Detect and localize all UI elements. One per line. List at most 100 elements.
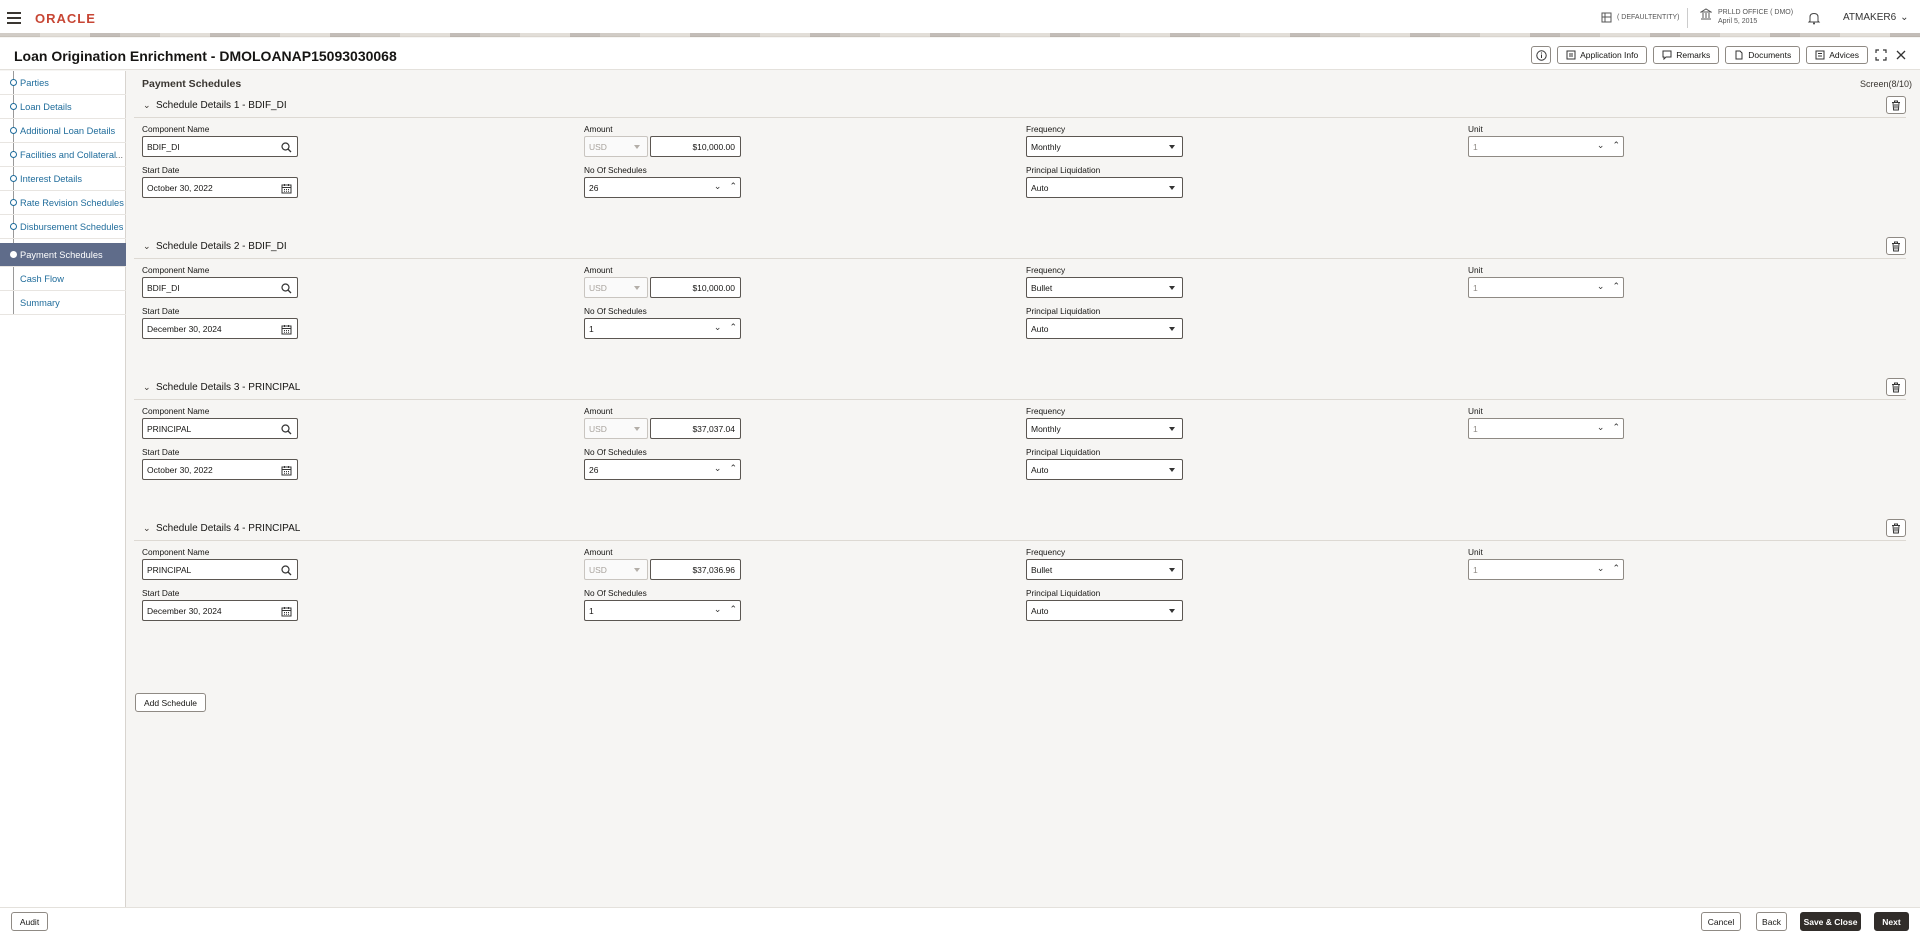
component-name-field[interactable]: BDIF_DI	[142, 277, 298, 298]
increment-icon[interactable]: ⌃	[1612, 422, 1620, 433]
audit-button[interactable]: Audit	[11, 912, 48, 931]
start-date-field[interactable]: December 30, 2024	[142, 318, 298, 339]
frequency-value: Bullet	[1031, 282, 1053, 293]
chevron-down-icon[interactable]: ⌄	[143, 241, 151, 252]
calendar-icon[interactable]	[280, 605, 292, 617]
maximize-icon[interactable]	[1874, 48, 1888, 62]
unit-stepper[interactable]: 1 ⌄ ⌃	[1468, 559, 1624, 580]
decrement-icon[interactable]: ⌄	[714, 604, 722, 615]
principal-liquidation-select[interactable]: Auto	[1026, 177, 1183, 198]
no-of-schedules-stepper[interactable]: 26 ⌄ ⌃	[584, 177, 741, 198]
decrement-icon[interactable]: ⌄	[1597, 281, 1605, 292]
increment-icon[interactable]: ⌃	[1612, 563, 1620, 574]
calendar-icon[interactable]	[280, 464, 292, 476]
save-close-button[interactable]: Save & Close	[1800, 912, 1861, 931]
nav-item-rate-revision[interactable]: Rate Revision Schedules	[0, 191, 126, 215]
decrement-icon[interactable]: ⌄	[1597, 563, 1605, 574]
chevron-down-icon[interactable]: ⌄	[143, 100, 151, 111]
component-name-field[interactable]: PRINCIPAL	[142, 559, 298, 580]
amount-input[interactable]: $37,037.04	[650, 418, 741, 439]
no-of-schedules-stepper[interactable]: 26 ⌄ ⌃	[584, 459, 741, 480]
nav-item-parties[interactable]: Parties	[0, 71, 126, 95]
start-date-field[interactable]: December 30, 2024	[142, 600, 298, 621]
amount-label: Amount	[584, 124, 613, 134]
start-date-field[interactable]: October 30, 2022	[142, 177, 298, 198]
nav-item-additional-loan-details[interactable]: Additional Loan Details	[0, 119, 126, 143]
nav-item-interest-details[interactable]: Interest Details	[0, 167, 126, 191]
nav-item-summary[interactable]: Summary	[0, 291, 126, 315]
decrement-icon[interactable]: ⌄	[1597, 422, 1605, 433]
search-icon[interactable]	[280, 423, 292, 435]
trash-icon[interactable]	[1886, 96, 1906, 114]
component-name-field[interactable]: BDIF_DI	[142, 136, 298, 157]
search-icon[interactable]	[280, 282, 292, 294]
branch-selector[interactable]: PRLLD OFFICE ( DMO) April 5, 2015	[1700, 8, 1793, 26]
nav-item-cash-flow[interactable]: Cash Flow	[0, 267, 126, 291]
principal-liquidation-select[interactable]: Auto	[1026, 459, 1183, 480]
increment-icon[interactable]: ⌃	[729, 463, 737, 474]
unit-stepper[interactable]: 1 ⌄ ⌃	[1468, 418, 1624, 439]
nav-item-loan-details[interactable]: Loan Details	[0, 95, 126, 119]
component-name-field[interactable]: PRINCIPAL	[142, 418, 298, 439]
principal-liquidation-label: Principal Liquidation	[1026, 447, 1101, 457]
next-button[interactable]: Next	[1874, 912, 1909, 931]
cancel-button[interactable]: Cancel	[1701, 912, 1741, 931]
stepper-controls: ⌄ ⌃	[714, 322, 737, 333]
decrement-icon[interactable]: ⌄	[1597, 140, 1605, 151]
unit-stepper[interactable]: 1 ⌄ ⌃	[1468, 277, 1624, 298]
nav-item-disbursement[interactable]: Disbursement Schedules	[0, 215, 126, 239]
principal-liquidation-select[interactable]: Auto	[1026, 318, 1183, 339]
remarks-button[interactable]: Remarks	[1653, 46, 1720, 64]
increment-icon[interactable]: ⌃	[729, 181, 737, 192]
chevron-down-icon[interactable]: ⌄	[143, 523, 151, 534]
search-icon[interactable]	[280, 564, 292, 576]
calendar-icon[interactable]	[280, 323, 292, 335]
amount-input[interactable]: $10,000.00	[650, 136, 741, 157]
unit-stepper[interactable]: 1 ⌄ ⌃	[1468, 136, 1624, 157]
calendar-icon[interactable]	[280, 182, 292, 194]
bell-icon[interactable]	[1807, 11, 1821, 25]
nav-item-facilities-collateral[interactable]: Facilities and Collateral...	[0, 143, 126, 167]
frequency-select[interactable]: Monthly	[1026, 136, 1183, 157]
add-schedule-button[interactable]: Add Schedule	[135, 693, 206, 712]
advices-button[interactable]: Advices	[1806, 46, 1868, 64]
trash-icon[interactable]	[1886, 237, 1906, 255]
frequency-select[interactable]: Bullet	[1026, 277, 1183, 298]
trash-icon[interactable]	[1886, 378, 1906, 396]
increment-icon[interactable]: ⌃	[729, 604, 737, 615]
trash-icon[interactable]	[1886, 519, 1906, 537]
decrement-icon[interactable]: ⌄	[714, 322, 722, 333]
entity-selector[interactable]: ( DEFAULTENTITY)	[1601, 12, 1679, 23]
amount-input[interactable]: $37,036.96	[650, 559, 741, 580]
close-icon[interactable]	[1894, 48, 1908, 62]
no-of-schedules-stepper[interactable]: 1 ⌄ ⌃	[584, 600, 741, 621]
start-date-value: October 30, 2022	[147, 182, 213, 193]
user-menu[interactable]: ATMAKER6 ⌄	[1843, 12, 1909, 23]
component-name-value: BDIF_DI	[147, 282, 180, 293]
increment-icon[interactable]: ⌃	[729, 322, 737, 333]
frequency-select[interactable]: Monthly	[1026, 418, 1183, 439]
info-button[interactable]	[1531, 46, 1552, 64]
application-info-button[interactable]: Application Info	[1557, 46, 1648, 64]
start-date-field[interactable]: October 30, 2022	[142, 459, 298, 480]
increment-icon[interactable]: ⌃	[1612, 281, 1620, 292]
back-button[interactable]: Back	[1756, 912, 1787, 931]
decrement-icon[interactable]: ⌄	[714, 463, 722, 474]
principal-liquidation-label: Principal Liquidation	[1026, 588, 1101, 598]
documents-button[interactable]: Documents	[1725, 46, 1801, 64]
frequency-select[interactable]: Bullet	[1026, 559, 1183, 580]
nav-item-payment-schedules[interactable]: Payment Schedules	[0, 243, 126, 267]
no-of-schedules-stepper[interactable]: 1 ⌄ ⌃	[584, 318, 741, 339]
chevron-down-icon[interactable]: ⌄	[143, 382, 151, 393]
amount-input[interactable]: $10,000.00	[650, 277, 741, 298]
amount-label: Amount	[584, 406, 613, 416]
search-icon[interactable]	[280, 141, 292, 153]
increment-icon[interactable]: ⌃	[1612, 140, 1620, 151]
nav-step-icon	[10, 103, 17, 110]
frequency-label: Frequency	[1026, 124, 1066, 134]
decrement-icon[interactable]: ⌄	[714, 181, 722, 192]
amount-label: Amount	[584, 265, 613, 275]
hamburger-icon[interactable]	[7, 12, 21, 24]
principal-liquidation-select[interactable]: Auto	[1026, 600, 1183, 621]
stepper-controls: ⌄ ⌃	[714, 463, 737, 474]
